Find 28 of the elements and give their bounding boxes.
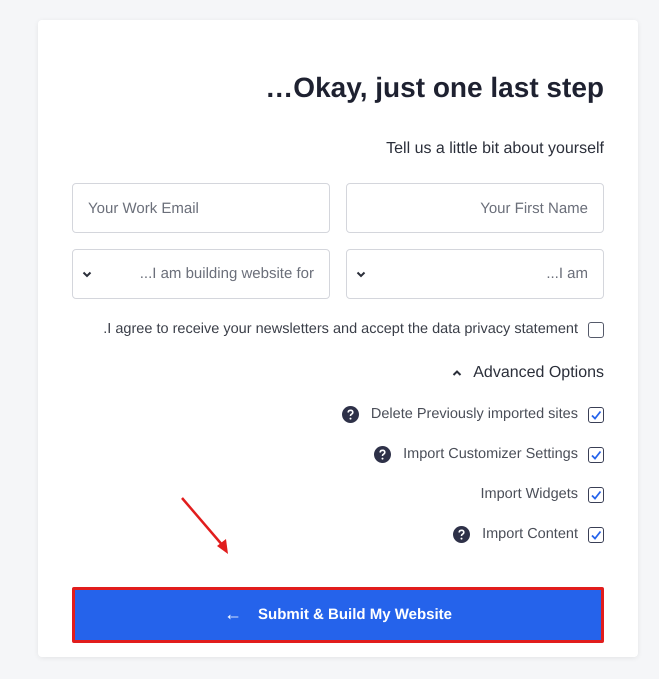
checkbox[interactable] — [588, 526, 604, 543]
option-label: Import Content — [482, 524, 578, 544]
option-label: Import Customizer Settings — [403, 444, 578, 464]
page-title: …Okay, just one last step — [265, 72, 604, 104]
checkbox[interactable] — [588, 406, 604, 423]
select-field[interactable]: ...I am — [346, 249, 604, 299]
select-placeholder: ...I am — [546, 264, 588, 284]
help-icon[interactable] — [342, 406, 359, 424]
checkmark-icon — [590, 448, 602, 461]
help-icon[interactable] — [374, 446, 392, 464]
option-label: Delete Previously imported sites — [370, 404, 578, 424]
checkbox[interactable] — [588, 446, 604, 463]
submit-button[interactable]: ← Submit & Build My Website — [72, 586, 604, 643]
arrow-left-icon: ← — [224, 601, 242, 628]
subtitle: Tell us a little bit about yourself — [386, 139, 604, 159]
advanced-options-toggle[interactable]: Advanced Options — [451, 360, 604, 385]
checkmark-icon — [590, 488, 602, 501]
select-field[interactable]: ...I am building website for — [72, 249, 330, 299]
input-field[interactable]: Your Work Email — [72, 183, 330, 233]
help-icon[interactable] — [453, 526, 470, 544]
consent-label: .I agree to receive your newsletters and accept the data privacy statement — [103, 320, 578, 339]
checkmark-icon — [590, 408, 602, 421]
checkmark-icon — [590, 528, 602, 541]
select-placeholder: ...I am building website for — [140, 264, 314, 284]
input-field[interactable]: Your First Name — [346, 183, 604, 233]
checkbox[interactable] — [588, 486, 604, 503]
checkbox[interactable] — [588, 322, 604, 338]
option-label: Import Widgets — [480, 484, 578, 504]
